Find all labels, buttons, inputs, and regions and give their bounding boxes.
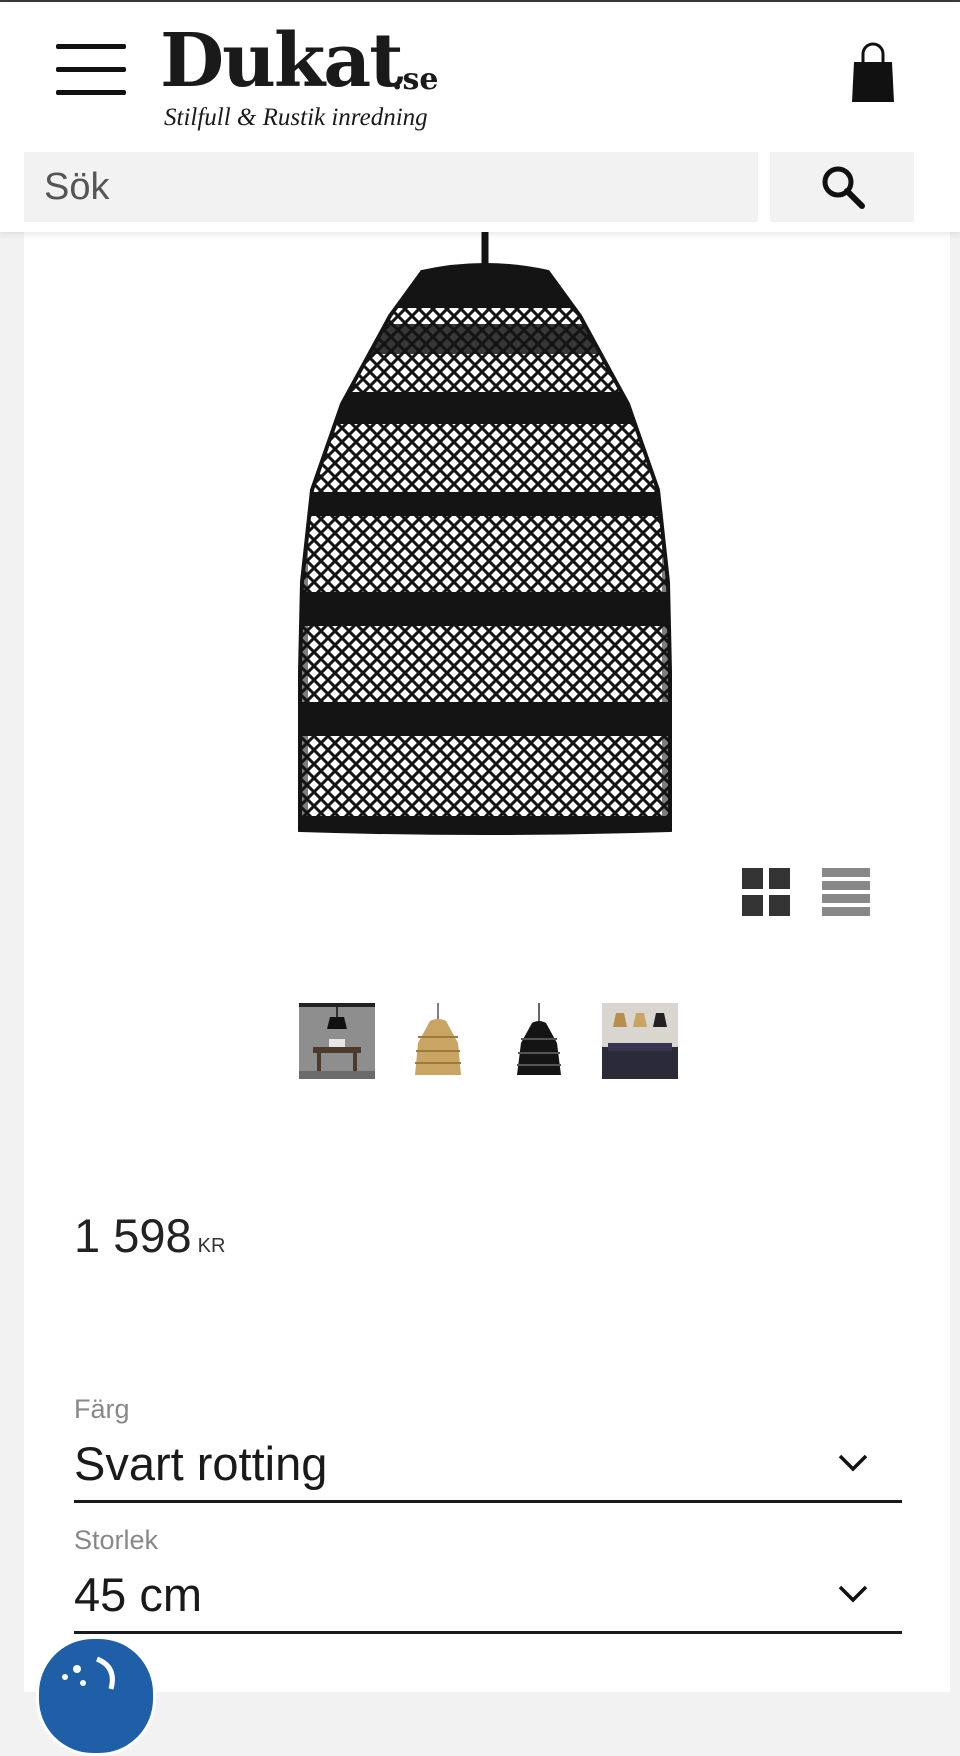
logo-tagline: Stilfull & Rustik inredning: [164, 104, 428, 131]
color-select[interactable]: Svart rotting: [74, 1436, 902, 1503]
size-label: Storlek: [74, 1525, 159, 1555]
search-icon: [822, 166, 865, 209]
product-main-image[interactable]: [230, 232, 740, 838]
accessibility-badge[interactable]: [36, 1636, 156, 1756]
logo-wordmark: Dukat: [160, 18, 403, 104]
chevron-down-icon: [838, 1585, 868, 1603]
color-select-value: Svart rotting: [74, 1437, 328, 1490]
accessibility-icon: [62, 1656, 115, 1690]
hamburger-menu-icon[interactable]: [56, 44, 126, 96]
search-button[interactable]: [770, 152, 914, 222]
site-header: Dukat .se Stilfull & Rustik inredning: [0, 2, 960, 232]
size-select[interactable]: 45 cm: [74, 1567, 902, 1634]
product-price: 1 598 KR: [74, 1208, 225, 1263]
price-amount: 1 598: [74, 1209, 192, 1262]
chevron-down-icon: [838, 1454, 868, 1472]
site-logo[interactable]: Dukat .se Stilfull & Rustik inredning: [160, 24, 460, 134]
thumbnail-room-black-lamp[interactable]: [299, 1003, 375, 1079]
grid-view-icon[interactable]: [742, 868, 790, 916]
color-label: Färg: [74, 1394, 130, 1424]
size-select-value: 45 cm: [74, 1568, 202, 1621]
thumbnail-black-rattan[interactable]: [501, 1003, 577, 1079]
search-input[interactable]: [24, 152, 758, 222]
thumbnail-natural-rattan[interactable]: [400, 1003, 476, 1079]
list-view-icon[interactable]: [822, 868, 870, 916]
thumbnail-strip: [299, 1003, 679, 1079]
logo-domain: .se: [392, 62, 439, 97]
thumbnail-dining-room[interactable]: [602, 1003, 678, 1079]
shopping-bag-icon[interactable]: [848, 42, 898, 104]
price-currency: KR: [197, 1235, 226, 1257]
